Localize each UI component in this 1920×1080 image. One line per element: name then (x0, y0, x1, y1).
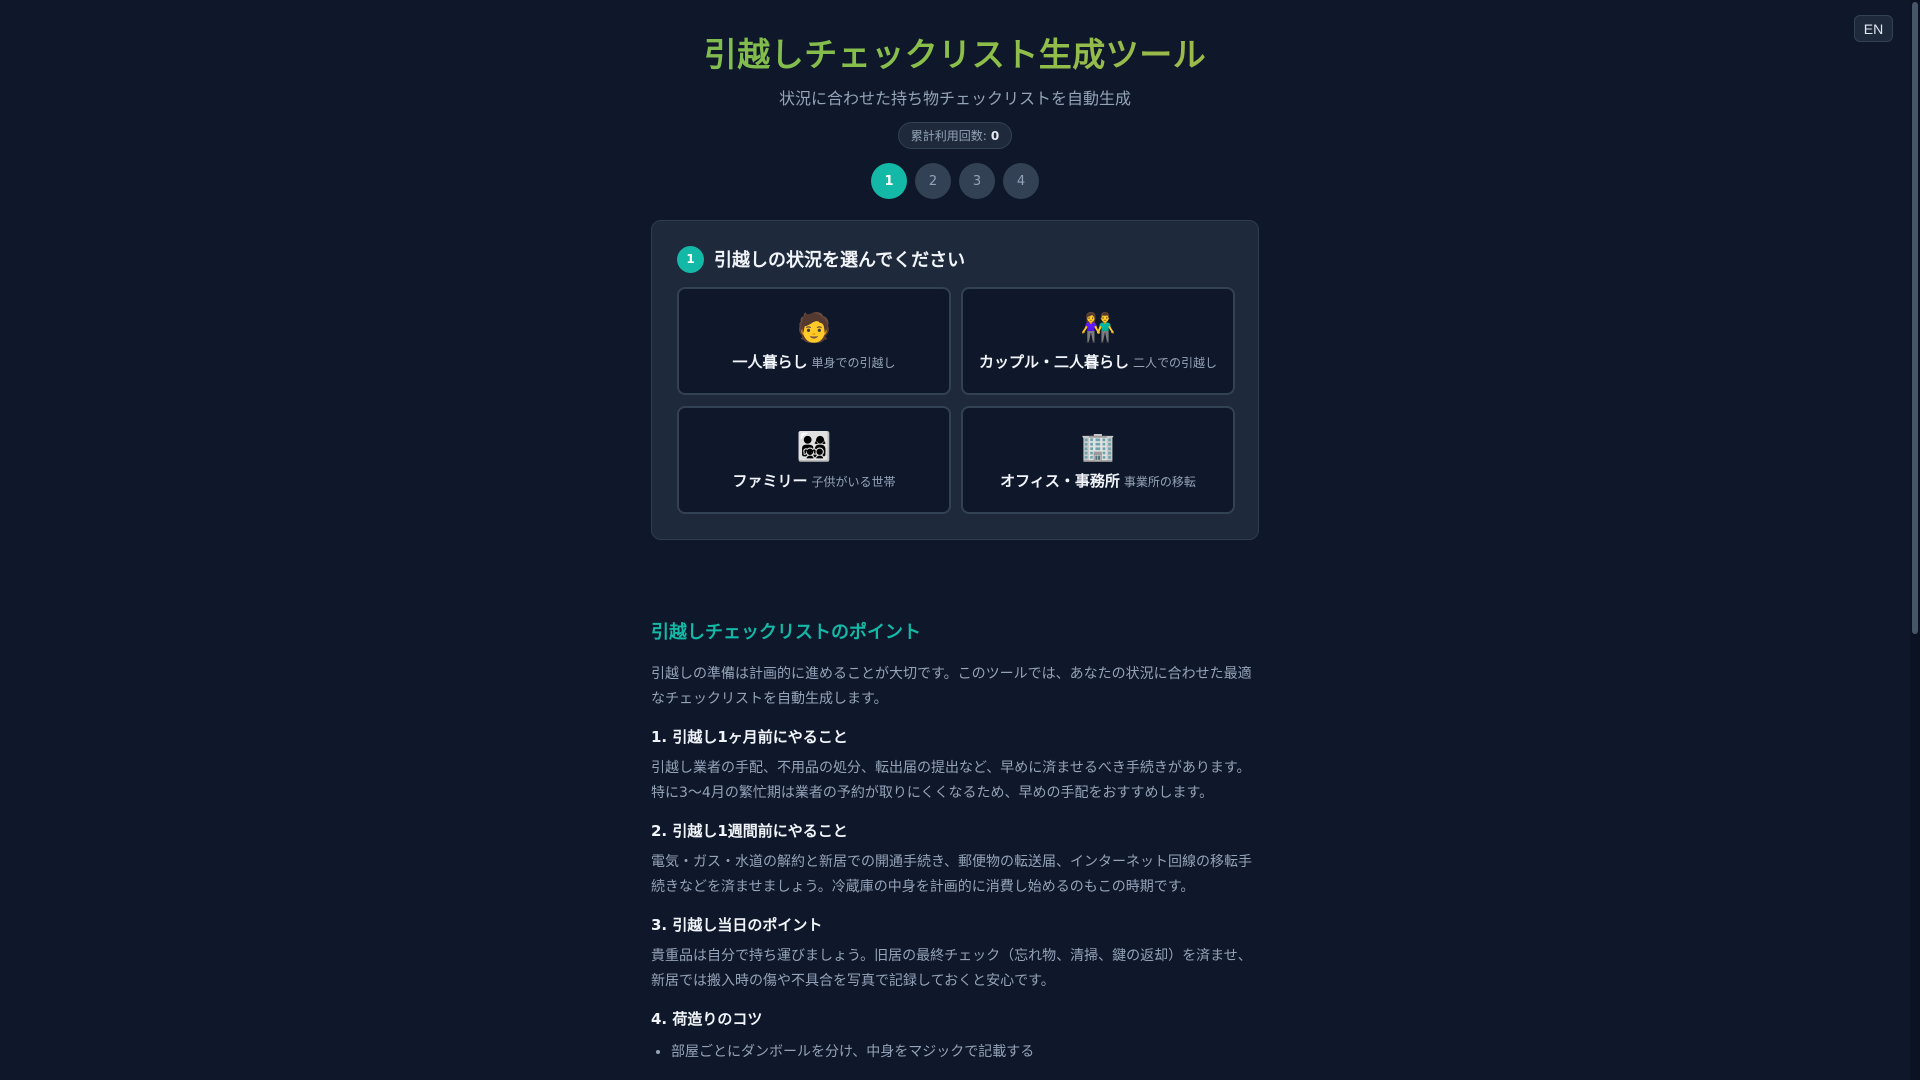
language-toggle-button[interactable]: EN (1854, 15, 1893, 42)
step-2[interactable]: 2 (915, 163, 951, 199)
step-3[interactable]: 3 (959, 163, 995, 199)
situation-options: 🧑 一人暮らし 単身での引越し 👫 カップル・二人暮らし 二人での引越し 👨‍👩‍👧… (677, 287, 1235, 514)
option-title: ファミリー (732, 471, 808, 490)
list-item: 部屋ごとにダンボールを分け、中身をマジックで記載する (671, 1041, 1259, 1061)
question-number-badge: 1 (677, 245, 704, 273)
step-4[interactable]: 4 (1003, 163, 1039, 199)
option-desc: 二人での引越し (1133, 355, 1218, 370)
section-title: 4. 荷造りのコツ (651, 1010, 763, 1028)
section-body: 引越し業者の手配、不用品の処分、転出届の提出など、早めに済ませるべき手続きがあり… (651, 760, 1251, 801)
option-single[interactable]: 🧑 一人暮らし 単身での引越し (677, 287, 951, 395)
option-desc: 事業所の移転 (1123, 474, 1196, 489)
couple-icon: 👫 (1080, 310, 1116, 344)
person-icon: 🧑 (796, 310, 832, 344)
option-office[interactable]: 🏢 オフィス・事務所 事業所の移転 (961, 406, 1235, 514)
article-intro: 引越しの準備は計画的に進めることが大切です。このツールでは、あなたの状況に合わせ… (651, 666, 1252, 707)
section-body: 貴重品は自分で持ち運びましょう。旧居の最終チェック（忘れ物、清掃、鍵の返却）を済… (651, 948, 1252, 989)
question-label: 引越しの状況を選んでください (714, 250, 966, 271)
situation-card: 1 引越しの状況を選んでください 🧑 一人暮らし 単身での引越し 👫 カップル・二… (651, 220, 1259, 540)
step-1[interactable]: 1 (871, 163, 907, 199)
usage-counter-badge: 累計利用回数: 0 (897, 122, 1013, 149)
family-icon: 👨‍👩‍👧‍👦 (796, 429, 832, 463)
option-couple[interactable]: 👫 カップル・二人暮らし 二人での引越し (961, 287, 1235, 395)
option-title: カップル・二人暮らし (978, 352, 1129, 371)
section-body: 電気・ガス・水道の解約と新居での開通手続き、郵便物の転送届、インターネット回線の… (651, 854, 1253, 895)
option-desc: 子供がいる世帯 (811, 474, 896, 489)
office-building-icon: 🏢 (1080, 429, 1116, 463)
step-indicator: 1 2 3 4 (651, 163, 1259, 199)
tips-article: 引越しチェックリストのポイント 引越しの準備は計画的に進めることが大切です。この… (651, 619, 1259, 1061)
packing-tips-list: 部屋ごとにダンボールを分け、中身をマジックで記載する (651, 1041, 1259, 1061)
scrollbar-thumb[interactable] (1912, 2, 1918, 634)
usage-counter-value: 0 (990, 128, 1000, 143)
usage-counter-label: 累計利用回数: (910, 129, 987, 143)
main-content: 引越しチェックリスト生成ツール 状況に合わせた持ち物チェックリストを自動生成 累… (651, 0, 1259, 1061)
scrollbar[interactable] (1910, 0, 1920, 1080)
section-title: 3. 引越し当日のポイント (651, 916, 823, 934)
option-title: 一人暮らし (732, 352, 808, 371)
page-title: 引越しチェックリスト生成ツール (651, 34, 1259, 76)
option-family[interactable]: 👨‍👩‍👧‍👦 ファミリー 子供がいる世帯 (677, 406, 951, 514)
page-subtitle: 状況に合わせた持ち物チェックリストを自動生成 (778, 89, 1131, 108)
option-desc: 単身での引越し (811, 355, 896, 370)
section-title: 1. 引越し1ヶ月前にやること (651, 728, 848, 746)
option-title: オフィス・事務所 (1000, 471, 1120, 490)
article-heading: 引越しチェックリストのポイント (651, 622, 921, 643)
section-title: 2. 引越し1週間前にやること (651, 822, 848, 840)
